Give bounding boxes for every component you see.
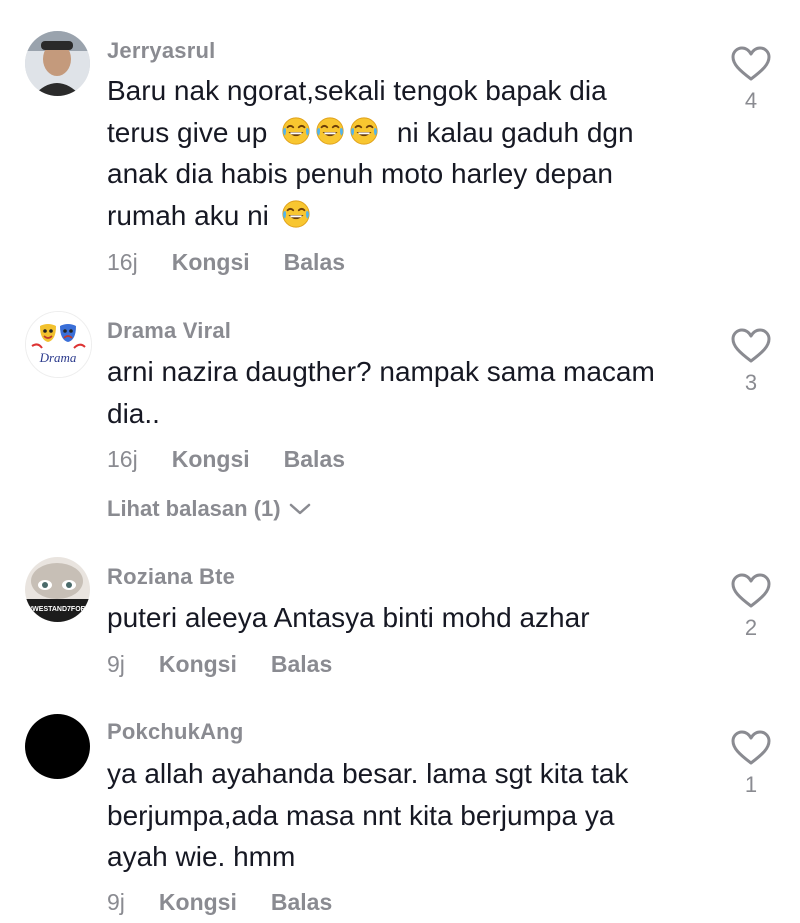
reply-button[interactable]: Balas [284,249,345,276]
comment-username[interactable]: Roziana Bte [107,564,235,590]
tears-of-joy-emoji-icon [349,116,379,146]
share-button[interactable]: Kongsi [159,651,237,678]
comment-line: ayah wie. hmm [107,841,296,872]
comment-meta: 9j Kongsi Balas [107,889,332,916]
avatar[interactable]: #WESTAND7FOR [25,557,90,622]
comment-meta: 9j Kongsi Balas [107,651,332,678]
heart-icon[interactable] [731,730,771,766]
view-replies-label: Lihat balasan (1) [107,496,281,521]
comment-meta: 16j Kongsi Balas [107,446,345,473]
comment-line: berjumpa,ada masa nnt kita berjumpa ya [107,799,615,831]
comment-username[interactable]: PokchukAng [107,719,243,745]
heart-icon[interactable] [731,328,771,364]
comment-text: arni nazira daugther? nampak sama macam … [107,351,707,434]
comment-line: puteri aleeya Antasya binti mohd azhar [107,602,590,633]
comment-line: terus give up ni kalau gaduh dgn [107,116,634,148]
share-button[interactable]: Kongsi [172,249,250,276]
comment-username[interactable]: Jerryasrul [107,38,215,64]
comment-text: puteri aleeya Antasya binti mohd azhar [107,597,707,639]
drama-masks-logo: Drama [26,312,91,377]
comment-line: anak dia habis penuh moto harley depan [107,158,613,189]
like-control: 4 [730,46,772,114]
like-count: 4 [744,88,758,113]
tears-of-joy-emoji-icon [281,116,311,146]
share-button[interactable]: Kongsi [172,446,250,473]
comment-line: arni nazira daugther? nampak sama macam [107,356,655,387]
comment-username[interactable]: Drama Viral [107,318,231,344]
like-control: 2 [730,573,772,641]
comment-text: Baru nak ngorat,sekali tengok bapak dia … [107,70,707,236]
heart-icon[interactable] [731,46,771,82]
like-control: 1 [730,730,772,798]
avatar[interactable] [25,714,90,779]
reply-button[interactable]: Balas [284,446,345,473]
svg-text:#WESTAND7FOR: #WESTAND7FOR [28,606,85,613]
heart-icon[interactable] [731,573,771,609]
like-count: 2 [744,615,758,640]
like-count: 3 [744,370,758,395]
avatar-photo: #WESTAND7FOR [25,557,90,622]
svg-text:Drama: Drama [39,350,77,365]
like-control: 3 [730,328,772,396]
reply-button[interactable]: Balas [271,889,332,916]
comment-line: ya allah ayahanda besar. lama sgt kita t… [107,758,629,789]
chevron-down-icon [289,503,310,515]
comment-meta: 16j Kongsi Balas [107,249,345,276]
tears-of-joy-emoji-icon [281,199,311,229]
comment-time: 16j [107,446,138,472]
comment-line: rumah aku ni [107,195,707,237]
view-replies-button[interactable]: Lihat balasan (1) [107,496,311,522]
avatar[interactable]: Drama [25,311,92,378]
comment-text: ya allah ayahanda besar. lama sgt kita t… [107,753,707,878]
avatar-photo [25,31,90,96]
comment-time: 9j [107,889,125,915]
share-button[interactable]: Kongsi [159,889,237,916]
like-count: 1 [744,772,758,797]
comment-time: 16j [107,249,138,275]
reply-button[interactable]: Balas [271,651,332,678]
comment-line: dia.. [107,397,160,429]
comment-line: Baru nak ngorat,sekali tengok bapak dia [107,75,607,106]
comment-time: 9j [107,651,125,677]
avatar[interactable] [25,31,90,96]
tears-of-joy-emoji-icon [315,116,345,146]
